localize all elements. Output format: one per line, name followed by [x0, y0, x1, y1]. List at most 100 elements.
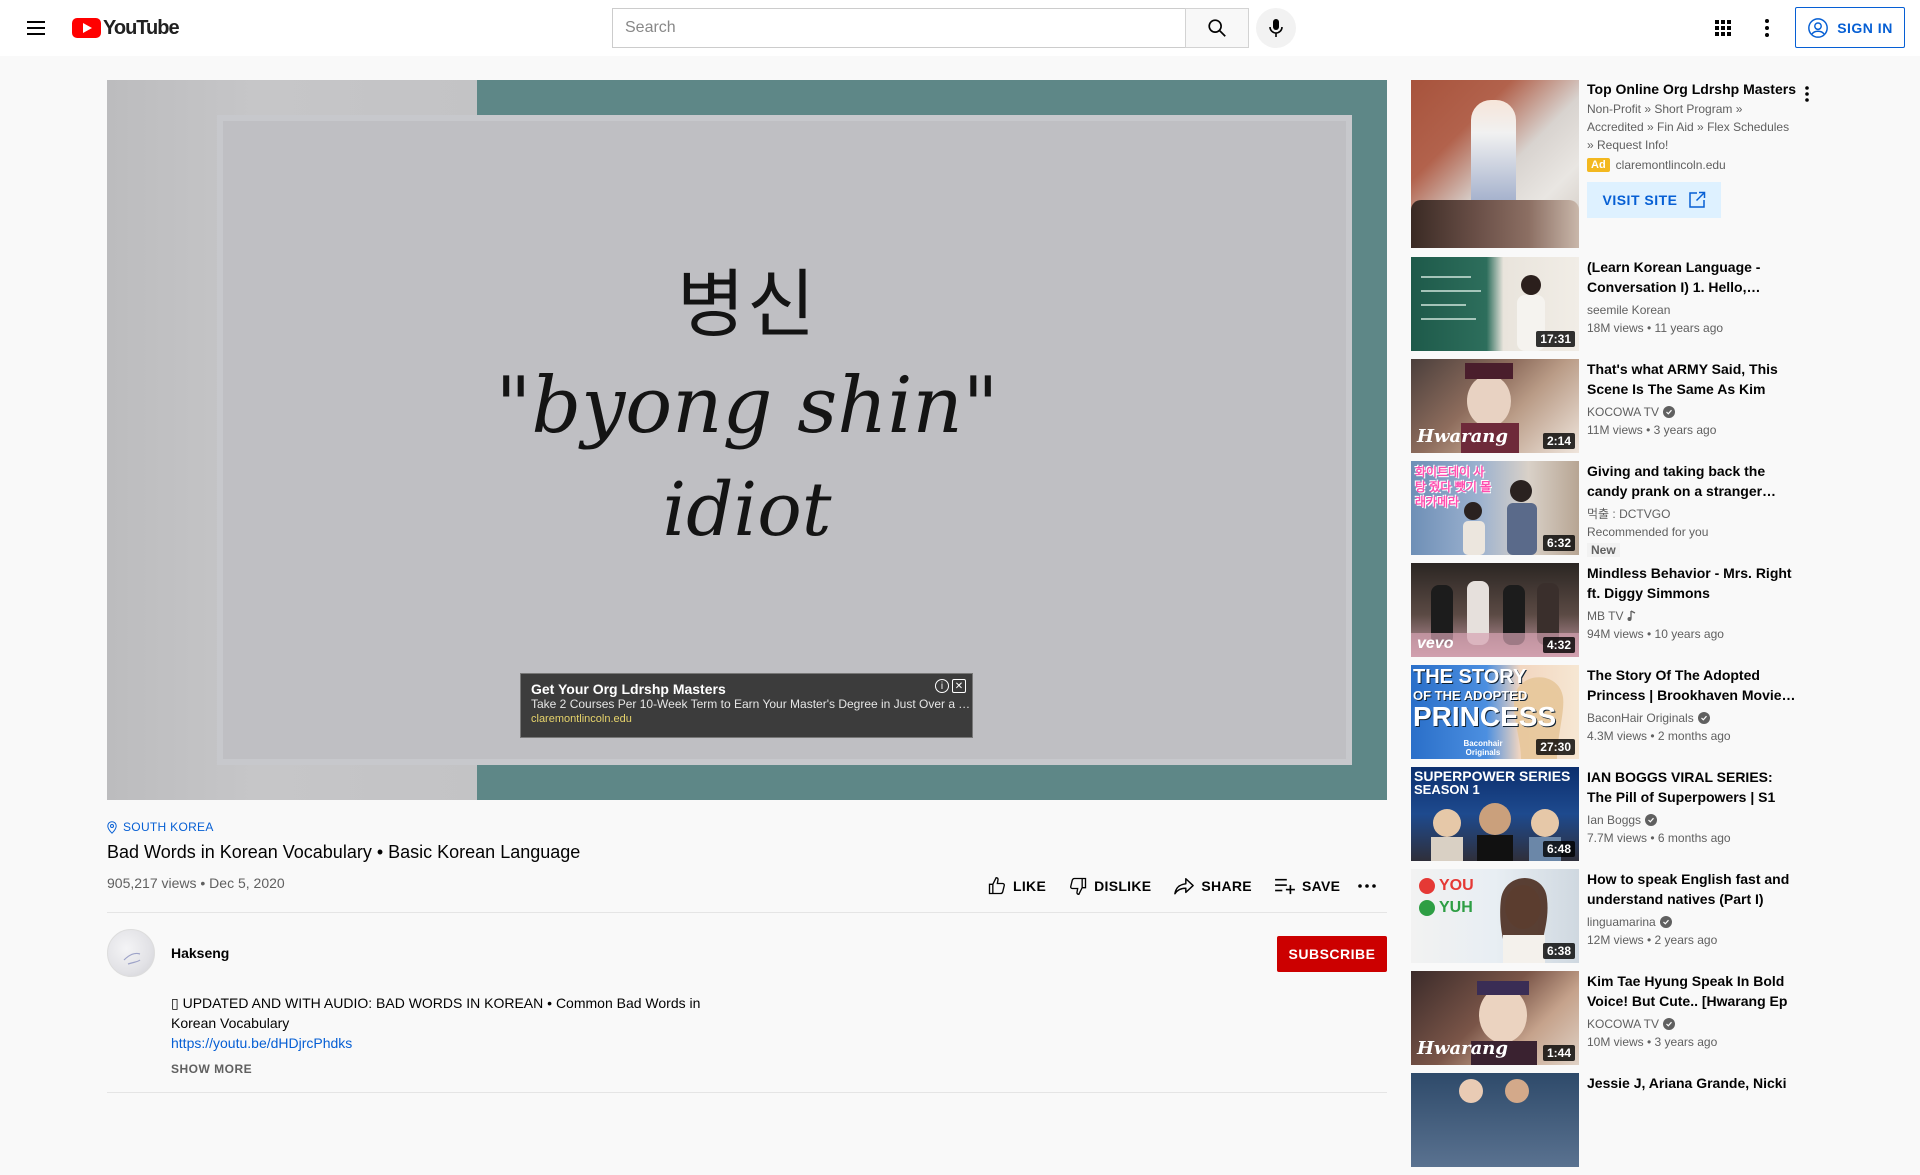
channel-name[interactable]: Hakseng	[171, 945, 229, 961]
ad-info-icon[interactable]: i	[935, 679, 949, 693]
recommendation-title[interactable]: IAN BOGGS VIRAL SERIES: The Pill of Supe…	[1587, 767, 1797, 807]
recommendation-title[interactable]: Kim Tae Hyung Speak In Bold Voice! But C…	[1587, 971, 1797, 1011]
logo-text: YouTube	[103, 16, 180, 39]
sign-in-button[interactable]: SIGN IN	[1795, 7, 1905, 48]
dislike-button[interactable]: DISLIKE	[1068, 876, 1151, 896]
recommendation-thumbnail[interactable]: 화이트데이 사탕 줬다 뺏기 몰래카메라 6:32	[1411, 461, 1579, 555]
recommendation-item[interactable]: Hwarang 1:44 Kim Tae Hyung Speak In Bold…	[1411, 971, 1811, 1065]
visit-site-button[interactable]: VISIT SITE	[1587, 182, 1721, 218]
recommendation-title[interactable]: That's what ARMY Said, This Scene Is The…	[1587, 359, 1797, 399]
video-description: ▯ UPDATED AND WITH AUDIO: BAD WORDS IN K…	[171, 993, 741, 1053]
thumbs-up-icon	[988, 876, 1005, 895]
sidebar-ad-title[interactable]: Top Online Org Ldrshp Masters	[1587, 80, 1797, 98]
subscribe-button[interactable]: SUBSCRIBE	[1277, 936, 1387, 972]
recommendation-info: Jessie J, Ariana Grande, Nicki	[1587, 1073, 1797, 1093]
recommendation-thumbnail[interactable]: Hwarang 2:14	[1411, 359, 1579, 453]
recommendation-title[interactable]: Mindless Behavior - Mrs. Right ft. Diggy…	[1587, 563, 1797, 603]
recommendation-thumbnail[interactable]: SUPERPOWER SERIES SEASON 1 6:48	[1411, 767, 1579, 861]
recommendation-item[interactable]: THE STORY OF THE ADOPTED PRINCESS Baconh…	[1411, 665, 1811, 759]
horizontal-dots-icon	[1358, 884, 1377, 888]
settings-more-button[interactable]	[1747, 8, 1787, 48]
video-duration: 4:32	[1542, 637, 1575, 653]
show-more-button[interactable]: SHOW MORE	[171, 1062, 252, 1076]
recommendation-info: The Story Of The Adopted Princess | Broo…	[1587, 665, 1797, 745]
overlay-ad[interactable]: i ✕ Get Your Org Ldrshp Masters Take 2 C…	[520, 673, 973, 738]
recommendation-meta: 11M views • 3 years ago	[1587, 423, 1717, 437]
recommendation-channel[interactable]: BaconHair Originals	[1587, 709, 1797, 727]
like-label: LIKE	[1013, 878, 1047, 894]
recommendation-info: IAN BOGGS VIRAL SERIES: The Pill of Supe…	[1587, 767, 1797, 847]
video-player[interactable]: 병신 "byong shin" idiot i ✕ Get Your Org L…	[107, 80, 1387, 800]
sidebar-ad-menu-button[interactable]	[1797, 84, 1817, 104]
thumb-caption: SEASON 1	[1414, 782, 1480, 797]
video-text-korean: 병신	[676, 262, 818, 348]
sidebar-ad-thumbnail[interactable]	[1411, 80, 1579, 248]
recommendation-item[interactable]: YOU YUH 6:38 How to speak English fast a…	[1411, 869, 1811, 963]
description-link[interactable]: https://youtu.be/dHDjrcPhdks	[171, 1033, 741, 1053]
recommendation-title[interactable]: Giving and taking back the candy prank o…	[1587, 461, 1797, 501]
save-button[interactable]: SAVE	[1274, 877, 1340, 895]
video-duration: 6:48	[1542, 841, 1575, 857]
channel-label: 먹출 : DCTVGO	[1587, 507, 1671, 521]
sidebar-ad-info: Top Online Org Ldrshp Masters Non-Profit…	[1587, 80, 1797, 218]
thumb-caption: vevo	[1417, 635, 1454, 652]
ad-close-icon[interactable]: ✕	[952, 679, 966, 693]
thumb-figures	[1411, 200, 1579, 248]
voice-search-button[interactable]	[1256, 8, 1296, 48]
recommendation-thumbnail[interactable]: vevo 4:32	[1411, 563, 1579, 657]
video-text-romanized: "byong shin"	[495, 361, 999, 451]
thumb-caption: THE STORY	[1413, 666, 1527, 688]
recommendation-channel[interactable]: 먹출 : DCTVGO	[1587, 505, 1797, 523]
recommendation-channel[interactable]: KOCOWA TV	[1587, 1015, 1797, 1033]
thumb-caption: Hwarang	[1417, 426, 1508, 447]
recommendation-title[interactable]: The Story Of The Adopted Princess | Broo…	[1587, 665, 1797, 705]
like-button[interactable]: LIKE	[987, 876, 1046, 896]
verified-icon	[1645, 814, 1658, 826]
apps-button[interactable]	[1703, 8, 1743, 48]
recommendation-item[interactable]: SUPERPOWER SERIES SEASON 1 6:48 IAN BOGG…	[1411, 767, 1811, 861]
sidebar-ad-card[interactable]: Top Online Org Ldrshp Masters Non-Profit…	[1411, 80, 1811, 248]
thumb-figure	[1471, 100, 1516, 210]
overlay-ad-url[interactable]: claremontlincoln.edu	[531, 712, 962, 726]
recommendation-channel[interactable]: KOCOWA TV	[1587, 403, 1797, 421]
recommendation-thumbnail[interactable]: YOU YUH 6:38	[1411, 869, 1579, 963]
recommendation-channel[interactable]: linguamarina	[1587, 913, 1797, 931]
recommendation-item[interactable]: 화이트데이 사탕 줬다 뺏기 몰래카메라 6:32 Giving and tak…	[1411, 461, 1811, 557]
channel-avatar[interactable]	[107, 929, 155, 977]
recommendation-title[interactable]: (Learn Korean Language - Conversation I)…	[1587, 257, 1797, 297]
sidebar-ad-source: Ad claremontlincoln.edu	[1587, 158, 1797, 172]
recommendation-item[interactable]: Jessie J, Ariana Grande, Nicki	[1411, 1073, 1811, 1167]
share-label: SHARE	[1201, 878, 1252, 894]
recommendation-thumbnail[interactable]: THE STORY OF THE ADOPTED PRINCESS Baconh…	[1411, 665, 1579, 759]
search-input[interactable]	[612, 8, 1185, 48]
hamburger-menu-icon[interactable]	[24, 16, 48, 40]
youtube-logo[interactable]: YouTube	[72, 16, 180, 39]
recommendation-thumbnail[interactable]: 17:31	[1411, 257, 1579, 351]
recommendation-item[interactable]: vevo 4:32 Mindless Behavior - Mrs. Right…	[1411, 563, 1811, 657]
apps-grid-icon	[1715, 20, 1731, 36]
search-button[interactable]	[1185, 8, 1249, 48]
recommendation-thumbnail[interactable]	[1411, 1073, 1579, 1167]
share-icon	[1174, 878, 1195, 895]
account-icon	[1808, 17, 1829, 38]
recommendation-meta: 18M views • 11 years ago	[1587, 321, 1724, 335]
verified-icon	[1697, 712, 1710, 724]
recommendation-channel[interactable]: Ian Boggs	[1587, 811, 1797, 829]
recommendation-item[interactable]: Hwarang 2:14 That's what ARMY Said, This…	[1411, 359, 1811, 453]
share-button[interactable]: SHARE	[1173, 876, 1252, 896]
recommendation-channel[interactable]: MB TV	[1587, 607, 1797, 625]
location-link[interactable]: SOUTH KOREA	[107, 820, 214, 834]
recommendation-title[interactable]: How to speak English fast and understand…	[1587, 869, 1797, 909]
masthead: YouTube SIGN IN	[0, 0, 1920, 56]
recommendation-meta: 94M views • 10 years ago	[1587, 627, 1724, 641]
music-note-icon	[1627, 610, 1636, 621]
dislike-label: DISLIKE	[1094, 878, 1152, 894]
recommendation-title[interactable]: Jessie J, Ariana Grande, Nicki	[1587, 1073, 1797, 1093]
overlay-ad-title[interactable]: Get Your Org Ldrshp Masters	[531, 681, 962, 697]
channel-label: BaconHair Originals	[1587, 711, 1694, 725]
location-label: SOUTH KOREA	[123, 820, 214, 834]
recommendation-item[interactable]: 17:31 (Learn Korean Language - Conversat…	[1411, 257, 1811, 351]
more-actions-button[interactable]	[1358, 884, 1377, 888]
recommendation-channel[interactable]: seemile Korean	[1587, 301, 1797, 319]
recommendation-thumbnail[interactable]: Hwarang 1:44	[1411, 971, 1579, 1065]
